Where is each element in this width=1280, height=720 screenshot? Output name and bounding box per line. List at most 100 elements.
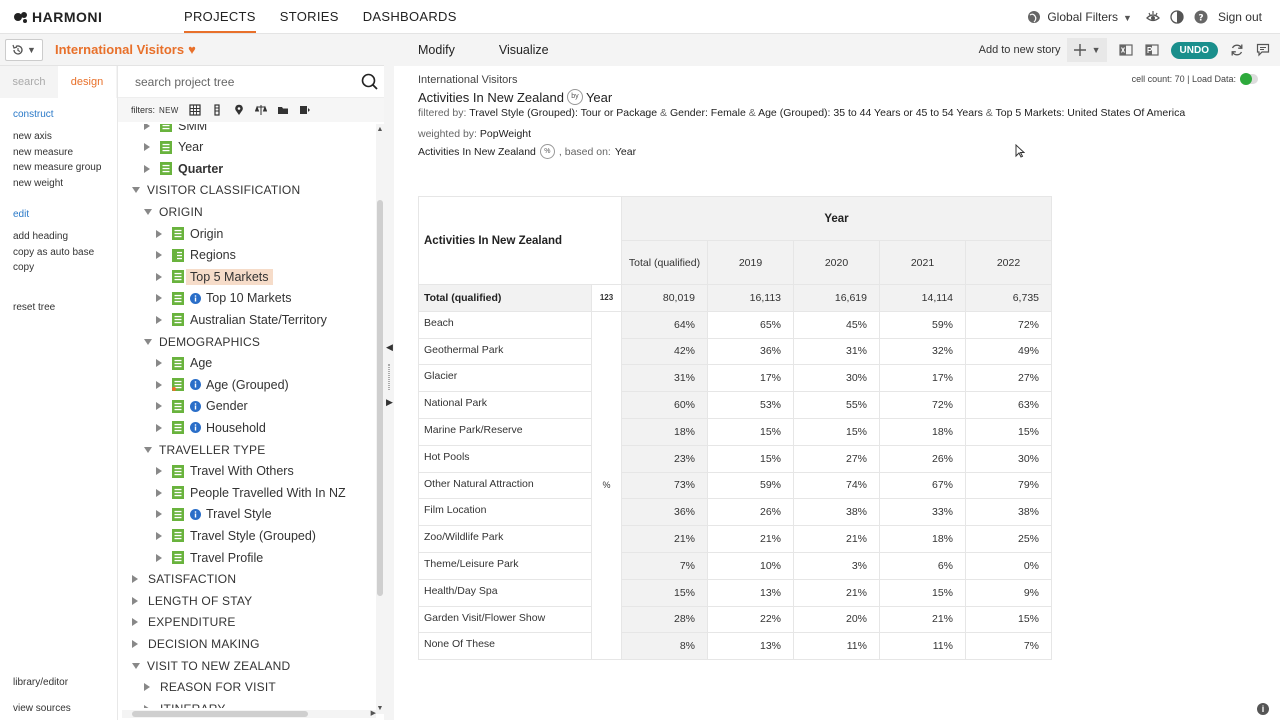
nav-tab-stories[interactable]: STORIES (280, 0, 339, 33)
tree-row-demographics[interactable]: DEMOGRAPHICS (144, 331, 260, 352)
table-cell[interactable]: 18% (879, 417, 966, 446)
scroll-down-icon[interactable]: ▼ (376, 705, 384, 712)
table-cell[interactable]: 15% (621, 578, 708, 607)
table-cell[interactable]: 67% (879, 471, 966, 500)
tree-row-travel-with-others[interactable]: Travel With Others (156, 461, 294, 482)
expand-arrow-icon[interactable] (156, 359, 162, 368)
column-header-2022[interactable]: 2022 (965, 240, 1052, 285)
table-cell[interactable]: 26% (879, 444, 966, 473)
table-cell[interactable]: 11% (793, 632, 880, 661)
table-cell[interactable]: 7% (965, 632, 1052, 661)
load-data-toggle[interactable] (1240, 73, 1258, 85)
table-cell[interactable]: 11% (879, 632, 966, 661)
table-cell[interactable]: 33% (879, 498, 966, 527)
expand-arrow-icon[interactable] (144, 124, 150, 130)
table-cell[interactable]: 55% (793, 391, 880, 419)
table-cell[interactable]: 27% (965, 364, 1052, 393)
refresh-icon[interactable] (1230, 43, 1244, 57)
powerpoint-export-icon[interactable] (1144, 43, 1159, 57)
expand-arrow-icon[interactable] (156, 553, 162, 562)
table-cell[interactable]: 38% (965, 498, 1052, 527)
filter-condition-2[interactable]: Gender: Female (670, 107, 746, 119)
table-cell[interactable]: 15% (879, 578, 966, 607)
based-on-value[interactable]: Year (615, 146, 636, 158)
nav-tab-dashboards[interactable]: DASHBOARDS (363, 0, 457, 33)
table-cell[interactable]: 31% (793, 337, 880, 366)
table-cell[interactable]: 20% (793, 605, 880, 634)
expand-arrow-icon[interactable] (132, 575, 138, 584)
table-cell[interactable]: 15% (707, 417, 794, 446)
weight-value[interactable]: PopWeight (480, 128, 531, 140)
table-cell[interactable]: 15% (707, 444, 794, 473)
expand-arrow-icon[interactable] (156, 488, 162, 497)
tree-row-top-10-markets[interactable]: Top 10 Markets (156, 288, 291, 309)
expand-arrow-icon[interactable] (132, 596, 138, 605)
construct-new-weight[interactable]: new weight (13, 176, 117, 192)
eye-icon[interactable] (1145, 10, 1160, 24)
tree-row-travel-profile[interactable]: Travel Profile (156, 547, 263, 568)
table-cell[interactable]: 15% (793, 417, 880, 446)
table-cell[interactable]: 30% (793, 364, 880, 393)
row-label-marine-park-reserve[interactable]: Marine Park/Reserve (418, 417, 592, 446)
info-icon[interactable] (190, 292, 201, 304)
favorite-heart-icon[interactable]: ♥ (188, 42, 196, 57)
add-to-new-story-button[interactable]: Add to new story (979, 44, 1061, 56)
table-corner-label[interactable]: Activities In New Zealand (418, 196, 622, 285)
table-cell[interactable]: 63% (965, 391, 1052, 419)
edit-copy[interactable]: copy (13, 260, 117, 276)
filter-new[interactable]: NEW (159, 106, 179, 115)
nav-tab-projects[interactable]: PROJECTS (184, 0, 256, 33)
construct-new-axis[interactable]: new axis (13, 129, 117, 145)
expand-arrow-icon[interactable] (144, 164, 150, 173)
column-header-2019[interactable]: 2019 (707, 240, 794, 285)
expand-arrow-icon[interactable] (156, 380, 162, 389)
table-cell[interactable]: 10% (707, 551, 794, 580)
column-header-2021[interactable]: 2021 (879, 240, 966, 285)
filter-condition-3[interactable]: Age (Grouped): 35 to 44 Years or 45 to 5… (758, 107, 983, 119)
tree-row-decision-making[interactable]: DECISION MAKING (132, 633, 260, 654)
table-cell[interactable]: 31% (621, 364, 708, 393)
table-cell[interactable]: 17% (879, 364, 966, 393)
table-cell[interactable]: 13% (707, 632, 794, 661)
table-cell[interactable]: 59% (707, 471, 794, 500)
table-cell[interactable]: 80,019 (621, 284, 708, 312)
tree-row-travel-style[interactable]: Travel Style (156, 504, 272, 525)
table-cell[interactable]: 36% (621, 498, 708, 527)
library-editor-link[interactable]: library/editor (13, 677, 68, 688)
table-cell[interactable]: 8% (621, 632, 708, 661)
construct-new-measure[interactable]: new measure (13, 145, 117, 161)
tree-row-travel-style-grouped[interactable]: Travel Style (Grouped) (156, 525, 316, 546)
tree-row-top-5-markets[interactable]: Top 5 Markets (156, 266, 273, 287)
folder-icon[interactable] (277, 104, 289, 116)
table-cell[interactable]: 21% (621, 525, 708, 553)
tree-row-traveller-type[interactable]: TRAVELLER TYPE (144, 439, 265, 460)
tree-row-length-of-stay[interactable]: LENGTH OF STAY (132, 590, 252, 611)
project-title[interactable]: International Visitors (55, 42, 184, 57)
row-label-theme-leisure-park[interactable]: Theme/Leisure Park (418, 551, 592, 580)
expand-arrow-icon[interactable] (156, 251, 162, 260)
harmoni-logo[interactable]: HARMONI (13, 9, 102, 25)
tree-horizontal-scrollbar[interactable]: ▶ (122, 710, 376, 718)
expand-arrow-icon[interactable] (144, 704, 150, 708)
globe-icon[interactable] (1027, 10, 1041, 24)
table-cell[interactable]: 45% (793, 310, 880, 339)
tree-row-age[interactable]: Age (156, 353, 212, 374)
scroll-right-icon[interactable]: ▶ (371, 709, 376, 717)
scroll-up-icon[interactable]: ▲ (376, 126, 384, 133)
tree-row-household[interactable]: Household (156, 417, 266, 438)
expand-arrow-icon[interactable] (132, 639, 138, 648)
tab-visualize[interactable]: Visualize (499, 43, 549, 57)
table-banner-header[interactable]: Year (621, 196, 1052, 241)
row-label-geothermal-park[interactable]: Geothermal Park (418, 337, 592, 366)
table-cell[interactable]: 0% (965, 551, 1052, 580)
table-cell[interactable]: 17% (707, 364, 794, 393)
measure-filter-icon[interactable] (299, 104, 311, 116)
table-cell[interactable]: 49% (965, 337, 1052, 366)
search-icon[interactable] (361, 73, 378, 90)
collapse-arrow-icon[interactable] (132, 187, 140, 194)
table-cell[interactable]: 23% (621, 444, 708, 473)
row-label-other-natural-attraction[interactable]: Other Natural Attraction (418, 471, 592, 500)
table-cell[interactable]: 15% (965, 417, 1052, 446)
column-header-2020[interactable]: 2020 (793, 240, 880, 285)
panel-splitter[interactable]: ◀ ▶ (384, 34, 394, 720)
